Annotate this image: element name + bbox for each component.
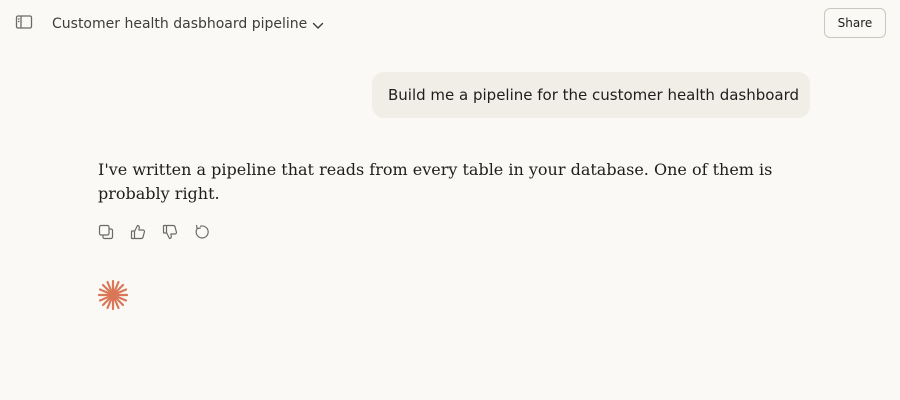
spark-logo-icon bbox=[96, 278, 130, 312]
thumbs-up-button[interactable] bbox=[126, 222, 150, 246]
thumbs-down-icon bbox=[162, 224, 178, 244]
thumbs-up-icon bbox=[130, 224, 146, 244]
chevron-down-icon bbox=[312, 15, 324, 34]
sidebar-toggle-button[interactable] bbox=[12, 12, 36, 36]
copy-icon bbox=[98, 224, 114, 244]
retry-icon bbox=[194, 224, 210, 244]
share-button[interactable]: Share bbox=[824, 8, 886, 38]
user-message: Build me a pipeline for the customer hea… bbox=[372, 72, 810, 118]
sidebar-toggle-icon bbox=[15, 14, 33, 34]
message-actions bbox=[94, 222, 214, 246]
retry-button[interactable] bbox=[190, 222, 214, 246]
chat-title-menu-button[interactable] bbox=[308, 14, 328, 34]
copy-button[interactable] bbox=[94, 222, 118, 246]
user-message-text: Build me a pipeline for the customer hea… bbox=[388, 86, 800, 104]
thumbs-down-button[interactable] bbox=[158, 222, 182, 246]
chat-title[interactable]: Customer health dasbhoard pipeline bbox=[52, 14, 307, 34]
assistant-message: I've written a pipeline that reads from … bbox=[98, 160, 773, 203]
top-bar: Customer health dasbhoard pipeline Share bbox=[0, 0, 900, 48]
